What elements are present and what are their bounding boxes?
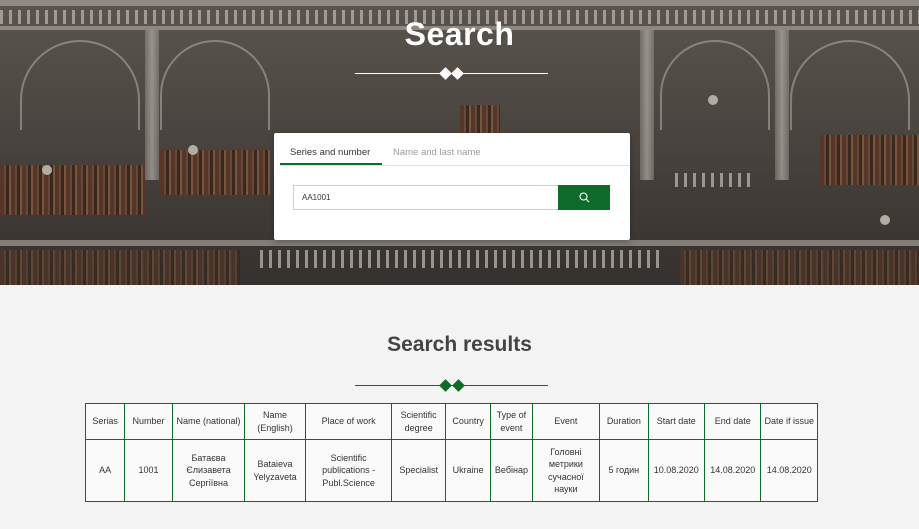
diamond-icon (451, 67, 464, 80)
diamond-icon (439, 379, 452, 392)
search-input[interactable] (293, 185, 559, 210)
diamond-icon (439, 67, 452, 80)
col-start-date: Start date (647, 403, 705, 440)
results-divider (355, 379, 548, 392)
active-tab-indicator (280, 163, 382, 165)
col-name-english: Name (English) (244, 403, 306, 440)
search-icon (579, 192, 590, 203)
title-divider (355, 67, 548, 80)
cell-serias: AA (84, 439, 126, 502)
cell-type-of-event: Вебінар (490, 439, 533, 502)
col-serias: Serias (84, 403, 126, 440)
search-button[interactable] (558, 185, 610, 210)
col-duration: Duration (599, 403, 649, 440)
cell-event: Головні метрики сучасної науки (531, 439, 601, 502)
cell-duration: 5 годин (599, 439, 649, 502)
col-name-national: Name (national) (171, 403, 246, 440)
col-place-of-work: Place of work (304, 403, 393, 440)
cell-place-of-work: Scientific publications - Publ.Science (304, 439, 393, 502)
tab-series-and-number[interactable]: Series and number (290, 147, 370, 158)
cell-name-english: Bataieva Yelyzaveta (244, 439, 306, 502)
cell-scientific-degree: Specialist (391, 439, 446, 502)
table-header-row: Serias Number Name (national) Name (Engl… (84, 403, 818, 440)
col-end-date: End date (703, 403, 762, 440)
cell-name-national: Батаєва Єлизавета Сергіївна (171, 439, 246, 502)
search-card: Series and number Name and last name (274, 133, 630, 240)
cell-end-date: 14.08.2020 (703, 439, 762, 502)
cell-number: 1001 (124, 439, 173, 502)
col-type-of-event: Type of event (490, 403, 533, 440)
hero-banner: Search Series and number Name and last n… (0, 0, 919, 285)
diamond-icon (452, 379, 465, 392)
col-scientific-degree: Scientific degree (391, 403, 446, 440)
col-date-of-issue: Date if issue (760, 403, 818, 440)
results-title: Search results (387, 333, 532, 356)
col-event: Event (531, 403, 601, 440)
cell-date-of-issue: 14.08.2020 (760, 439, 818, 502)
table-row: AA 1001 Батаєва Єлизавета Сергіївна Bata… (84, 439, 818, 502)
tab-name-and-last-name[interactable]: Name and last name (393, 147, 481, 158)
cell-country: Ukraine (444, 439, 492, 502)
cell-start-date: 10.08.2020 (647, 439, 705, 502)
page-title: Search (404, 16, 515, 52)
search-tabs: Series and number Name and last name (280, 141, 630, 166)
col-country: Country (444, 403, 492, 440)
results-table: Serias Number Name (national) Name (Engl… (84, 403, 818, 502)
col-number: Number (124, 403, 173, 440)
search-row (293, 185, 610, 210)
